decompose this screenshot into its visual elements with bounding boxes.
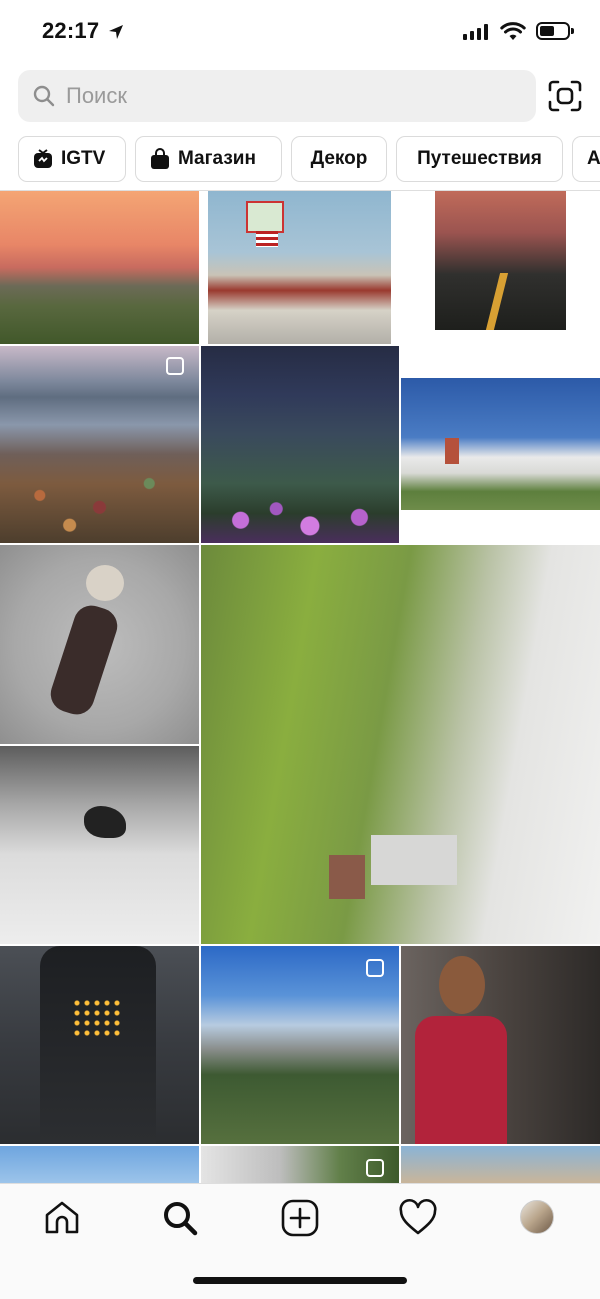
photo-sleeping-baby[interactable] [0,545,199,744]
chip-next[interactable]: А [572,136,600,182]
search-icon [33,85,55,107]
photo-mountain-lake[interactable] [0,346,199,543]
search-icon[interactable] [160,1198,200,1238]
search-placeholder: Поиск [66,83,127,108]
heart-icon[interactable] [398,1198,438,1238]
photo-sunset-farm[interactable] [0,191,199,344]
wifi-icon [500,22,526,40]
photo-hospital-building[interactable] [401,378,600,510]
chip-label: Декор [310,148,368,169]
chip-label: IGTV [61,148,106,169]
photo-winter-park[interactable] [0,746,199,944]
multi-post-icon [366,959,384,977]
photo-portrait[interactable] [401,1146,600,1183]
home-icon[interactable] [42,1198,82,1238]
shopping-bag-icon [150,148,170,170]
chip-label: Магазин [178,148,256,169]
category-chips: IGTV Магазин Декор Путешествия А [18,136,600,184]
chip-label: А [587,148,600,169]
photo-girl-red-dress[interactable] [401,946,600,1144]
photo-alpine-flowers[interactable] [201,346,399,543]
igtv-icon [33,149,53,169]
add-icon[interactable] [280,1198,320,1238]
chip-travel[interactable]: Путешествия [396,136,563,182]
photo-green-mountain-fog[interactable] [201,545,600,944]
photo-road-sunset[interactable] [435,191,566,330]
chip-decor[interactable]: Декор [291,136,387,182]
photo-ifc-tower[interactable] [0,946,199,1144]
profile-avatar[interactable] [520,1200,554,1234]
status-bar: 22:17 [0,0,600,64]
chip-igtv[interactable]: IGTV [18,136,126,182]
multi-post-icon [366,1159,384,1177]
chip-shop[interactable]: Магазин [135,136,282,182]
search-field[interactable]: Поиск [18,70,536,122]
photo-motel-sign[interactable] [208,191,391,344]
home-indicator [193,1277,407,1284]
scan-code-icon[interactable] [546,78,584,114]
photo-sky[interactable] [0,1146,199,1183]
location-arrow-icon [109,25,123,39]
multi-post-icon [166,357,184,375]
status-time: 22:17 [42,18,100,43]
battery-icon [536,22,574,40]
cellular-signal-icon [463,24,488,40]
chip-label: Путешествия [417,148,542,169]
